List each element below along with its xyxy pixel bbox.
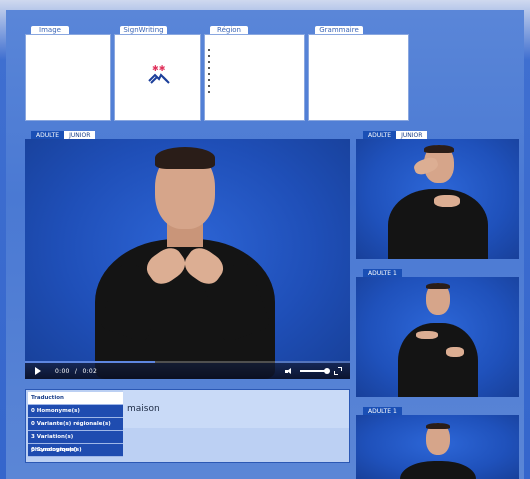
info-list: Traduction 0 Homonyme(s) 0 Variante(s) r… bbox=[28, 392, 123, 457]
signer-figure-side-3 bbox=[400, 421, 480, 479]
phonological-variants-item[interactable]: 3 Variation(s) phonologique(s) bbox=[28, 431, 123, 453]
side-video-2[interactable] bbox=[356, 277, 519, 397]
signer-figure-side-1 bbox=[384, 145, 494, 259]
signer-figure-side-2 bbox=[396, 283, 486, 397]
time-separator: / bbox=[74, 367, 78, 375]
traduction-header[interactable]: Traduction bbox=[28, 392, 123, 405]
current-time: 0:00 bbox=[55, 367, 70, 375]
signwriting-glyph-icon: ✱✱ bbox=[148, 64, 170, 84]
homonyms-item[interactable]: 0 Homonyme(s) bbox=[28, 405, 123, 418]
video-progress-fill bbox=[25, 361, 155, 363]
translation-word: maison bbox=[127, 404, 160, 414]
fullscreen-icon[interactable] bbox=[334, 367, 342, 375]
volume-icon[interactable] bbox=[285, 367, 294, 375]
region-dots bbox=[208, 49, 211, 97]
side-video-1[interactable] bbox=[356, 139, 519, 259]
video-progress-bar[interactable] bbox=[25, 361, 350, 363]
time-display: 0:00 / 0:02 bbox=[55, 368, 97, 375]
info-panel: maison Traduction 0 Homonyme(s) 0 Varian… bbox=[25, 389, 350, 463]
image-panel bbox=[25, 34, 111, 121]
signer-figure bbox=[85, 147, 285, 379]
regional-variants-item[interactable]: 0 Variante(s) régionale(s) bbox=[28, 418, 123, 431]
translation-box: maison bbox=[123, 390, 349, 428]
play-icon[interactable] bbox=[35, 367, 41, 375]
grammar-panel bbox=[308, 34, 409, 121]
video-controls: 0:00 / 0:02 bbox=[25, 361, 350, 379]
svg-text:✱✱: ✱✱ bbox=[152, 64, 166, 73]
total-time: 0:02 bbox=[82, 367, 98, 375]
side-video-3[interactable] bbox=[356, 415, 519, 479]
volume-knob[interactable] bbox=[324, 368, 330, 374]
signwriting-panel: ✱✱ bbox=[114, 34, 201, 121]
synonyms-item[interactable]: 0 Synonyme(s) bbox=[28, 444, 123, 457]
main-video-player[interactable]: 0:00 / 0:02 bbox=[25, 139, 350, 379]
region-panel bbox=[204, 34, 305, 121]
volume-slider[interactable] bbox=[300, 368, 330, 374]
